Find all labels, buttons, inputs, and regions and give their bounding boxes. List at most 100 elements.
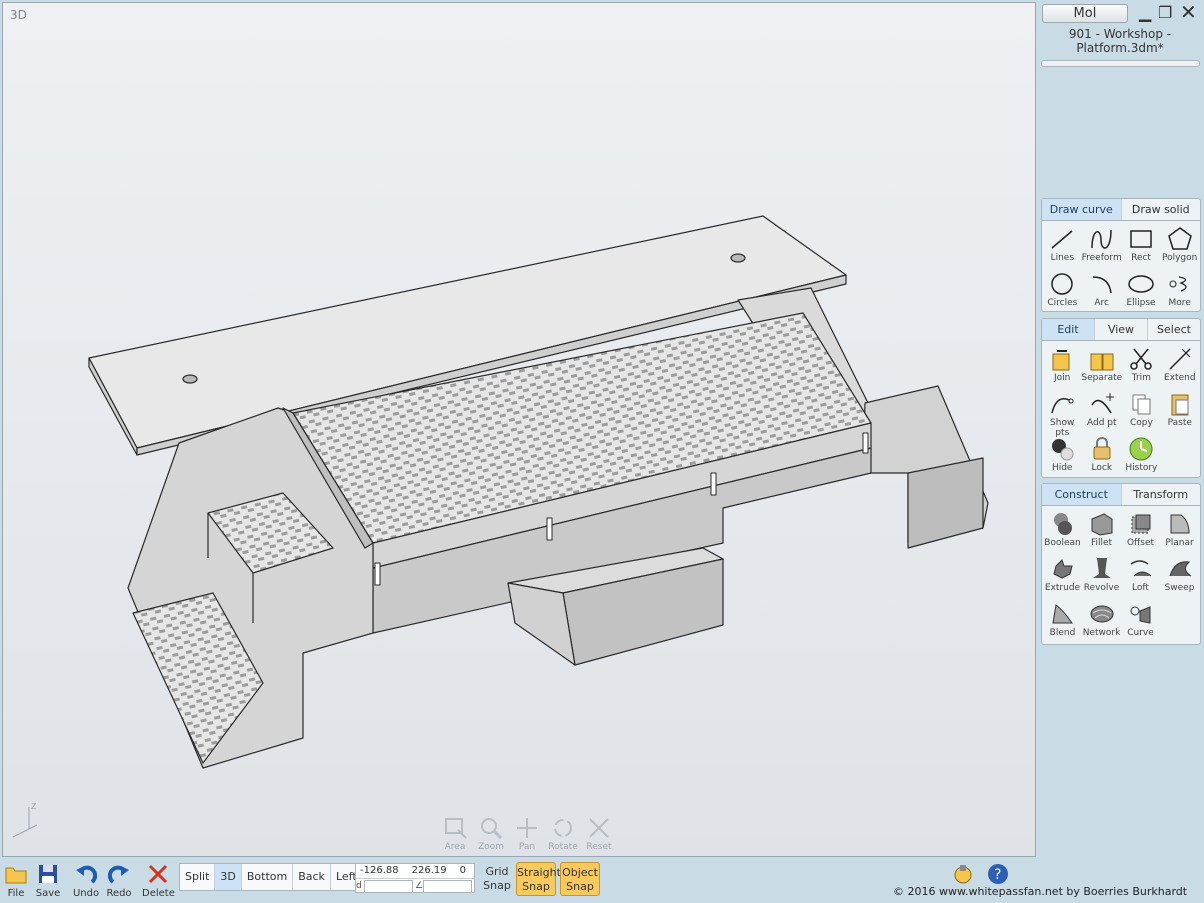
- tab-draw-curve[interactable]: Draw curve: [1042, 199, 1122, 220]
- extend-icon: [1169, 348, 1191, 370]
- minimize-button[interactable]: ▁: [1139, 3, 1151, 22]
- ellipse-tool[interactable]: Ellipse: [1122, 269, 1161, 314]
- button-label: Redo: [106, 888, 132, 899]
- tool-label: More: [1168, 298, 1191, 308]
- sweep-tool[interactable]: Sweep: [1160, 554, 1199, 599]
- lock-icon: [1093, 437, 1111, 460]
- button-label: Save: [35, 888, 61, 899]
- coord-x: -126.88: [360, 865, 399, 876]
- more-curves-tool[interactable]: More: [1160, 269, 1199, 314]
- coord-y: 226.19: [411, 865, 447, 876]
- bottom-toolbar: File Save Undo Redo Delete Split 3D Bott…: [0, 858, 1038, 903]
- arc-tool[interactable]: Arc: [1082, 269, 1122, 314]
- options-gear-icon[interactable]: [951, 862, 975, 886]
- axis-indicator: Z: [12, 802, 38, 838]
- undo-button[interactable]: Undo: [70, 862, 102, 899]
- lock-tool[interactable]: Lock: [1081, 434, 1122, 479]
- straight-snap-toggle[interactable]: Straight Snap: [516, 862, 561, 896]
- rotate-button[interactable]: Rotate: [547, 816, 579, 852]
- rectangle-icon: [1130, 230, 1152, 248]
- fillet-tool[interactable]: Fillet: [1082, 509, 1121, 554]
- redo-button[interactable]: Redo: [103, 862, 135, 899]
- copyright-watermark: © 2016 www.whitepassfan.net by Boerries …: [893, 885, 1188, 898]
- tool-label: Boolean: [1044, 538, 1081, 548]
- hide-tool[interactable]: Hide: [1043, 434, 1081, 479]
- view-navigation: Area Zoom Pan Rotate Reset: [439, 816, 615, 852]
- line-icon: [1051, 230, 1073, 249]
- add-point-tool[interactable]: + Add pt: [1081, 389, 1122, 434]
- sweep-icon: [1169, 561, 1191, 577]
- tool-label: Circles: [1047, 298, 1078, 308]
- blend-tool[interactable]: Blend: [1043, 599, 1082, 644]
- nav-tool-label: Zoom: [478, 842, 504, 852]
- nav-tool-label: Reset: [586, 842, 612, 852]
- tab-view[interactable]: View: [1095, 319, 1148, 340]
- object-snap-toggle[interactable]: Object Snap: [560, 862, 600, 896]
- app-menu-button[interactable]: MoI: [1042, 4, 1128, 23]
- extend-tool[interactable]: Extend: [1161, 344, 1199, 389]
- join-tool[interactable]: Join: [1043, 344, 1081, 389]
- file-button[interactable]: File: [0, 862, 32, 899]
- draw-panel: Draw curve Draw solid Lines Freeform Rec…: [1041, 198, 1201, 312]
- grid-snap-toggle[interactable]: Grid Snap: [477, 862, 517, 896]
- 3d-viewport[interactable]: 3D Z Area Zoom Pan Rotate Reset: [2, 2, 1036, 857]
- reset-view-icon: [589, 818, 609, 838]
- lines-tool[interactable]: Lines: [1043, 224, 1082, 269]
- copy-tool[interactable]: Copy: [1122, 389, 1160, 434]
- distance-input[interactable]: [363, 880, 413, 893]
- trim-tool[interactable]: Trim: [1122, 344, 1160, 389]
- separate-tool[interactable]: Separate: [1081, 344, 1122, 389]
- tool-label: Trim: [1131, 373, 1151, 383]
- freeform-tool[interactable]: Freeform: [1082, 224, 1122, 269]
- loft-icon: [1130, 560, 1151, 577]
- paste-tool[interactable]: Paste: [1161, 389, 1199, 434]
- loft-tool[interactable]: Loft: [1121, 554, 1160, 599]
- rect-tool[interactable]: Rect: [1122, 224, 1161, 269]
- planar-tool[interactable]: Planar: [1160, 509, 1199, 554]
- boolean-tool[interactable]: Boolean: [1043, 509, 1082, 554]
- undo-icon: [76, 865, 98, 884]
- tab-draw-solid[interactable]: Draw solid: [1122, 199, 1201, 220]
- tab-edit[interactable]: Edit: [1042, 319, 1095, 340]
- view-3d[interactable]: 3D: [215, 864, 242, 890]
- file-name: 901 - Workshop - Platform.3dm*: [1068, 27, 1172, 55]
- reset-view-button[interactable]: Reset: [583, 816, 615, 852]
- tab-construct[interactable]: Construct: [1042, 484, 1122, 505]
- area-zoom-button[interactable]: Area: [439, 816, 471, 852]
- view-back[interactable]: Back: [293, 864, 331, 890]
- rotate-icon: [554, 819, 572, 837]
- zoom-button[interactable]: Zoom: [475, 816, 507, 852]
- help-icon[interactable]: ?: [986, 862, 1010, 886]
- tool-label: Rect: [1131, 253, 1151, 263]
- tool-label: Copy: [1129, 418, 1153, 428]
- save-button[interactable]: Save: [32, 862, 64, 899]
- angle-input[interactable]: [422, 880, 472, 893]
- restore-button[interactable]: ❐: [1158, 3, 1172, 22]
- extrude-tool[interactable]: Extrude: [1043, 554, 1082, 599]
- view-bottom[interactable]: Bottom: [242, 864, 294, 890]
- view-switcher: Split 3D Bottom Back Left: [179, 863, 363, 891]
- pan-button[interactable]: Pan: [511, 816, 543, 852]
- polygon-tool[interactable]: Polygon: [1160, 224, 1199, 269]
- close-button[interactable]: ✕: [1180, 0, 1197, 24]
- offset-icon: [1131, 514, 1150, 534]
- edit-panel: Edit View Select Join Separate Trim Exte…: [1041, 318, 1201, 478]
- curve-icon: [1130, 606, 1150, 624]
- distance-label: d: [356, 881, 362, 891]
- nav-tool-label: Pan: [518, 842, 536, 852]
- extrude-icon: [1052, 559, 1073, 579]
- tool-label: Paste: [1167, 418, 1192, 428]
- tab-transform[interactable]: Transform: [1122, 484, 1201, 505]
- delete-button[interactable]: Delete: [142, 862, 175, 899]
- 3d-model-render[interactable]: [3, 3, 1037, 858]
- curve-tool[interactable]: Curve: [1121, 599, 1160, 644]
- network-tool[interactable]: Network: [1082, 599, 1121, 644]
- view-split[interactable]: Split: [180, 864, 216, 890]
- revolve-tool[interactable]: Revolve: [1082, 554, 1121, 599]
- show-points-tool[interactable]: Show pts: [1043, 389, 1081, 438]
- tab-select[interactable]: Select: [1148, 319, 1200, 340]
- button-label: Undo: [72, 888, 100, 899]
- offset-tool[interactable]: Offset: [1121, 509, 1160, 554]
- circles-tool[interactable]: Circles: [1043, 269, 1082, 314]
- history-tool[interactable]: History: [1122, 434, 1160, 479]
